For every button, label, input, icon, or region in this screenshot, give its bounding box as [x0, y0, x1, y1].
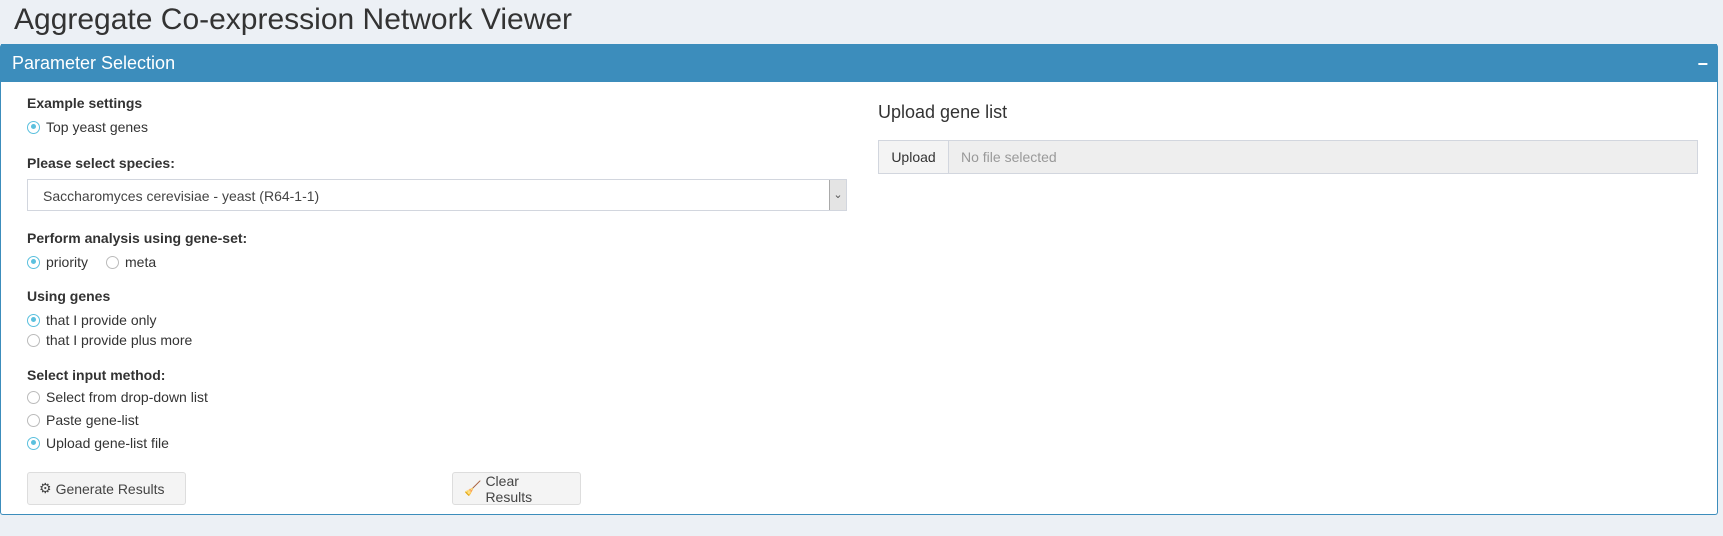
radio-label: Top yeast genes: [46, 119, 148, 135]
radio-label: that I provide only: [46, 312, 157, 328]
parameter-panel: Parameter Selection − Example settings T…: [0, 44, 1718, 515]
page-title: Aggregate Co-expression Network Viewer: [14, 3, 573, 36]
radio-unchecked-icon: [106, 255, 120, 269]
radio-checked-icon: [27, 120, 40, 134]
radio-label: priority: [46, 254, 89, 270]
radio-unchecked-icon: [27, 333, 40, 347]
radio-meta[interactable]: meta: [106, 254, 156, 270]
geneset-label: Perform analysis using gene-set:: [27, 230, 248, 246]
radio-label: that I provide plus more: [46, 332, 193, 348]
input-method-label: Select input method:: [27, 367, 166, 383]
radio-provide-plus-more[interactable]: that I provide plus more: [27, 332, 192, 348]
generate-results-button[interactable]: ⚙ Generate Results: [27, 472, 186, 505]
radio-label: meta: [125, 254, 157, 270]
using-genes-label: Using genes: [27, 288, 111, 304]
radio-unchecked-icon: [27, 390, 40, 404]
species-select[interactable]: Saccharomyces cerevisiae - yeast (R64-1-…: [27, 179, 847, 211]
radio-checked-icon: [27, 313, 40, 327]
species-select-value: Saccharomyces cerevisiae - yeast (R64-1-…: [43, 188, 320, 204]
clear-results-button[interactable]: 🧹 Clear Results: [452, 472, 581, 505]
radio-checked-icon: [27, 436, 40, 450]
radio-upload-file[interactable]: Upload gene-list file: [27, 435, 169, 451]
radio-label: Select from drop-down list: [46, 389, 208, 405]
file-name-field[interactable]: No file selected: [949, 141, 1057, 173]
button-label: Clear Results: [485, 472, 533, 505]
radio-unchecked-icon: [27, 413, 40, 427]
radio-checked-icon: [27, 255, 40, 269]
radio-priority[interactable]: priority: [27, 254, 88, 270]
upload-title: Upload gene list: [878, 102, 1008, 122]
file-upload-input[interactable]: Upload No file selected: [878, 140, 1698, 174]
radio-label: Upload gene-list file: [46, 435, 169, 451]
broom-icon: 🧹: [464, 480, 482, 496]
radio-provide-only[interactable]: that I provide only: [27, 312, 157, 328]
gears-icon: ⚙: [39, 480, 52, 496]
chevron-down-icon[interactable]: ⌄: [829, 180, 846, 210]
radio-dropdown-list[interactable]: Select from drop-down list: [27, 389, 208, 405]
minus-icon[interactable]: −: [1697, 54, 1708, 75]
radio-paste-gene-list[interactable]: Paste gene-list: [27, 412, 139, 428]
button-label: Generate Results: [55, 480, 165, 497]
species-label: Please select species:: [27, 155, 175, 171]
example-settings-label: Example settings: [27, 95, 143, 111]
radio-label: Paste gene-list: [46, 412, 139, 428]
panel-title: Parameter Selection: [12, 53, 176, 73]
panel-header: Parameter Selection −: [1, 44, 1717, 82]
upload-button[interactable]: Upload: [879, 141, 949, 173]
radio-top-yeast-genes[interactable]: Top yeast genes: [27, 119, 148, 135]
